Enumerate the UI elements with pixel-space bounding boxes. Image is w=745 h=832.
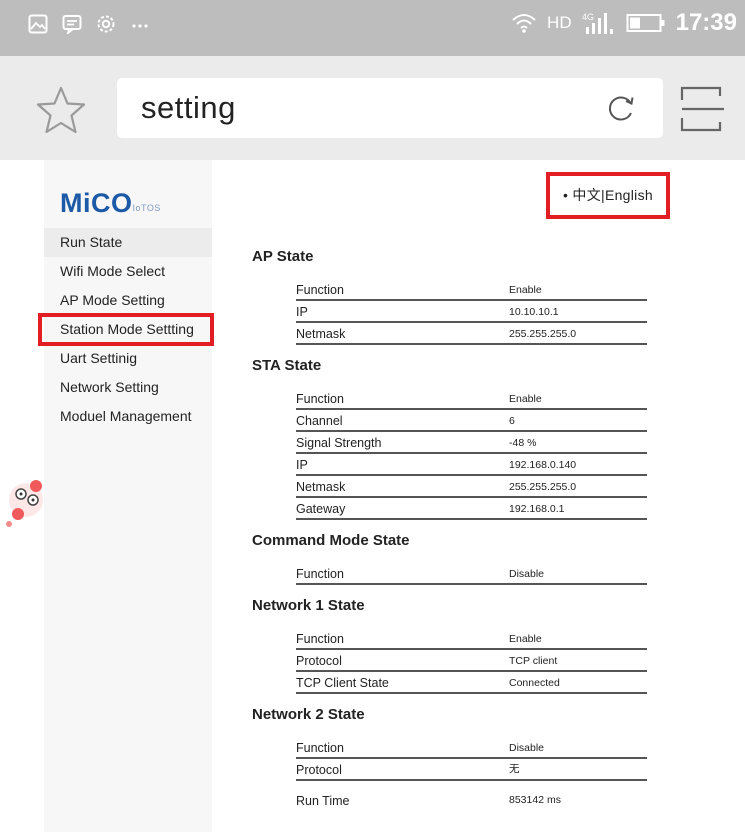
row-value: Disable [509, 568, 545, 580]
sidebar-item-wifi-mode-select[interactable]: Wifi Mode Select [44, 257, 212, 286]
section-title: Network 2 State [252, 706, 365, 723]
table-row: Function Disable [296, 737, 647, 759]
row-value: 255.255.255.0 [509, 328, 577, 340]
row-value: 192.168.0.1 [509, 503, 565, 515]
run-time-value: 853142 ms [509, 794, 561, 806]
run-time-label: Run Time [296, 794, 350, 808]
reload-icon[interactable] [605, 92, 637, 124]
sidebar-nav: Run State Wifi Mode Select AP Mode Setti… [38, 228, 214, 431]
row-value: Enable [509, 633, 542, 645]
table-row: Function Disable [296, 563, 647, 585]
row-value: TCP client [509, 655, 558, 667]
bookmark-star-icon[interactable] [35, 86, 87, 136]
logo-subtext: IoTOS [132, 203, 161, 213]
section-title: Command Mode State [252, 532, 410, 549]
table-row: Netmask 255.255.255.0 [296, 476, 647, 498]
sidebar-item-uart-setting[interactable]: Uart Settinig [44, 344, 212, 373]
table-row: Protocol 无 [296, 759, 647, 781]
row-key: Netmask [296, 327, 346, 341]
section-title: AP State [252, 248, 314, 265]
row-key: Function [296, 632, 344, 646]
run-state-content: AP State Function Enable IP 10.10.10.1 Net… [252, 242, 672, 793]
table-row: TCP Client State Connected [296, 672, 647, 694]
more-icon [132, 24, 148, 28]
message-icon [62, 15, 82, 34]
status-bar: HD 4G 17:39 [0, 0, 745, 56]
row-key: IP [296, 458, 308, 472]
floating-mascot-icon[interactable] [0, 470, 46, 534]
row-value: 6 [509, 415, 515, 427]
browser-toolbar: setting [0, 56, 745, 160]
table-row: Gateway 192.168.0.1 [296, 498, 647, 520]
table-row: Netmask 255.255.255.0 [296, 323, 647, 345]
row-key: Channel [296, 414, 343, 428]
row-key: Function [296, 283, 344, 297]
ap-state-section: AP State Function Enable IP 10.10.10.1 Net… [252, 248, 672, 345]
row-key: IP [296, 305, 308, 319]
sidebar-item-module-management[interactable]: Moduel Management [44, 402, 212, 431]
row-value: 255.255.255.0 [509, 481, 577, 493]
sidebar-item-network-setting[interactable]: Network Setting [44, 373, 212, 402]
status-notifications [28, 14, 150, 34]
row-value: Enable [509, 393, 542, 405]
row-value: 10.10.10.1 [509, 306, 559, 318]
row-value: -48 % [509, 437, 537, 449]
network-1-state-section: Network 1 State Function Enable Protocol T… [252, 597, 672, 694]
web-page: MiCOIoTOS • 中文|English Run State Wifi Mo… [0, 160, 745, 832]
row-key: Signal Strength [296, 436, 382, 450]
network-2-state-section: Network 2 State Function Disable Protocol… [252, 706, 672, 781]
mico-logo: MiCOIoTOS [60, 188, 161, 219]
row-key: TCP Client State [296, 676, 389, 690]
command-mode-state-section: Command Mode State Function Disable [252, 532, 672, 585]
table-row: Function Enable [296, 628, 647, 650]
row-value: Connected [509, 677, 560, 689]
row-key: Function [296, 392, 344, 406]
row-value: 无 [509, 763, 520, 775]
settings-icon [97, 15, 115, 33]
signal-icon: 4G [582, 12, 613, 34]
row-value: Disable [509, 742, 545, 754]
table-row: Function Enable [296, 388, 647, 410]
table-row: Channel 6 [296, 410, 647, 432]
sidebar-item-ap-mode-setting[interactable]: AP Mode Setting [44, 286, 212, 315]
row-key: Function [296, 567, 344, 581]
scan-icon[interactable] [680, 86, 726, 132]
table-row: Function Enable [296, 279, 647, 301]
sidebar-item-run-state[interactable]: Run State [44, 228, 212, 257]
logo-name: MiCO [60, 188, 133, 218]
row-key: Protocol [296, 654, 342, 668]
network-type-label: HD [547, 13, 572, 32]
image-icon [28, 14, 48, 34]
table-row: Protocol TCP client [296, 650, 647, 672]
address-text[interactable]: setting [141, 90, 236, 126]
sta-state-section: STA State Function Enable Channel 6 Signal… [252, 357, 672, 520]
status-indicators: HD 4G 17:39 [511, 9, 737, 37]
row-key: Netmask [296, 480, 346, 494]
row-value: 192.168.0.140 [509, 459, 577, 471]
table-row: Signal Strength -48 % [296, 432, 647, 454]
clock: 17:39 [675, 9, 737, 36]
row-key: Function [296, 741, 344, 755]
row-value: Enable [509, 284, 542, 296]
address-bar[interactable]: setting [117, 78, 663, 138]
table-row: IP 192.168.0.140 [296, 454, 647, 476]
battery-icon [626, 14, 665, 32]
section-title: Network 1 State [252, 597, 365, 614]
language-switch[interactable]: • 中文|English [546, 172, 670, 219]
section-title: STA State [252, 357, 322, 374]
wifi-icon [512, 14, 536, 33]
svg-text:4G: 4G [582, 12, 594, 22]
row-key: Gateway [296, 502, 346, 516]
table-row: IP 10.10.10.1 [296, 301, 647, 323]
row-key: Protocol [296, 763, 342, 777]
sidebar-item-station-mode-setting[interactable]: Station Mode Settting [38, 313, 214, 346]
